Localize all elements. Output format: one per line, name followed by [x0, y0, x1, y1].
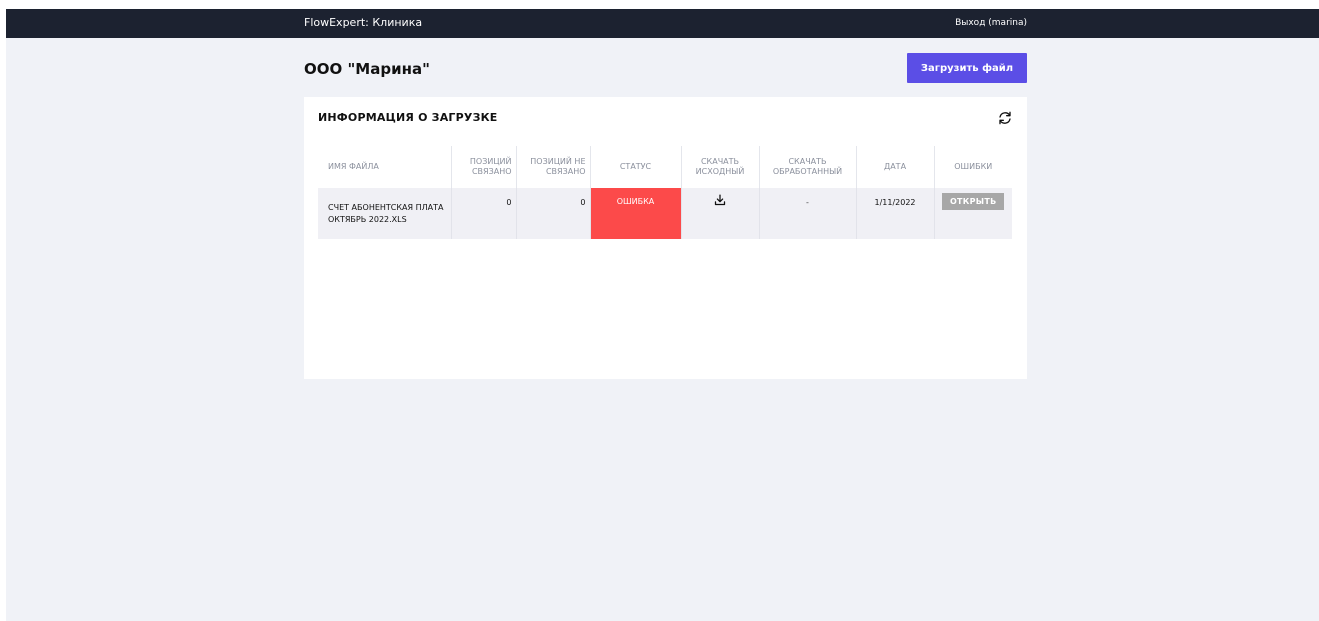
column-header-download-original: Скачать исходный — [681, 146, 760, 188]
open-errors-button[interactable]: Открыть — [942, 193, 1005, 210]
column-header-errors: Ошибки — [954, 162, 993, 171]
cell-download-processed: - — [759, 188, 857, 239]
column-header-download-processed: Скачать обработанный — [759, 146, 857, 188]
page-title: ООО "Марина" — [304, 60, 430, 78]
app-viewport: FlowExpert: Клиника Выход (marina) ООО "… — [6, 9, 1319, 621]
upload-file-button[interactable]: Загрузить файл — [907, 53, 1027, 83]
column-header-unlinked: Позиций не связано — [516, 146, 591, 188]
upload-info-card: ИНФОРМАЦИЯ О ЗАГРУЗКЕ Имя файла П — [304, 97, 1027, 379]
top-navigation-bar: FlowExpert: Клиника Выход (marina) — [6, 9, 1319, 38]
status-badge: Ошибка — [590, 188, 682, 239]
cell-filename: Счет абонентская плата октябрь 2022.xls — [318, 188, 452, 239]
logout-link[interactable]: Выход (marina) — [955, 17, 1027, 29]
column-header-linked: Позиций связано — [451, 146, 517, 188]
card-title: ИНФОРМАЦИЯ О ЗАГРУЗКЕ — [318, 111, 498, 124]
column-header-date: Дата — [856, 146, 935, 188]
cell-download-original — [681, 188, 760, 239]
cell-linked: 0 — [451, 188, 517, 239]
cell-date: 1/11/2022 — [856, 188, 935, 239]
uploads-table: Имя файла Позиций связано Позиций не свя… — [318, 146, 1012, 239]
cell-errors: Открыть — [934, 188, 1012, 239]
column-header-filename: Имя файла — [318, 146, 452, 188]
table-header-row: Имя файла Позиций связано Позиций не свя… — [318, 146, 1012, 188]
app-brand[interactable]: FlowExpert: Клиника — [304, 16, 422, 30]
cell-unlinked: 0 — [516, 188, 591, 239]
column-header-status: Статус — [590, 146, 682, 188]
table-row: Счет абонентская плата октябрь 2022.xls … — [318, 188, 1012, 239]
download-icon[interactable] — [714, 194, 726, 206]
refresh-icon[interactable] — [997, 110, 1013, 126]
